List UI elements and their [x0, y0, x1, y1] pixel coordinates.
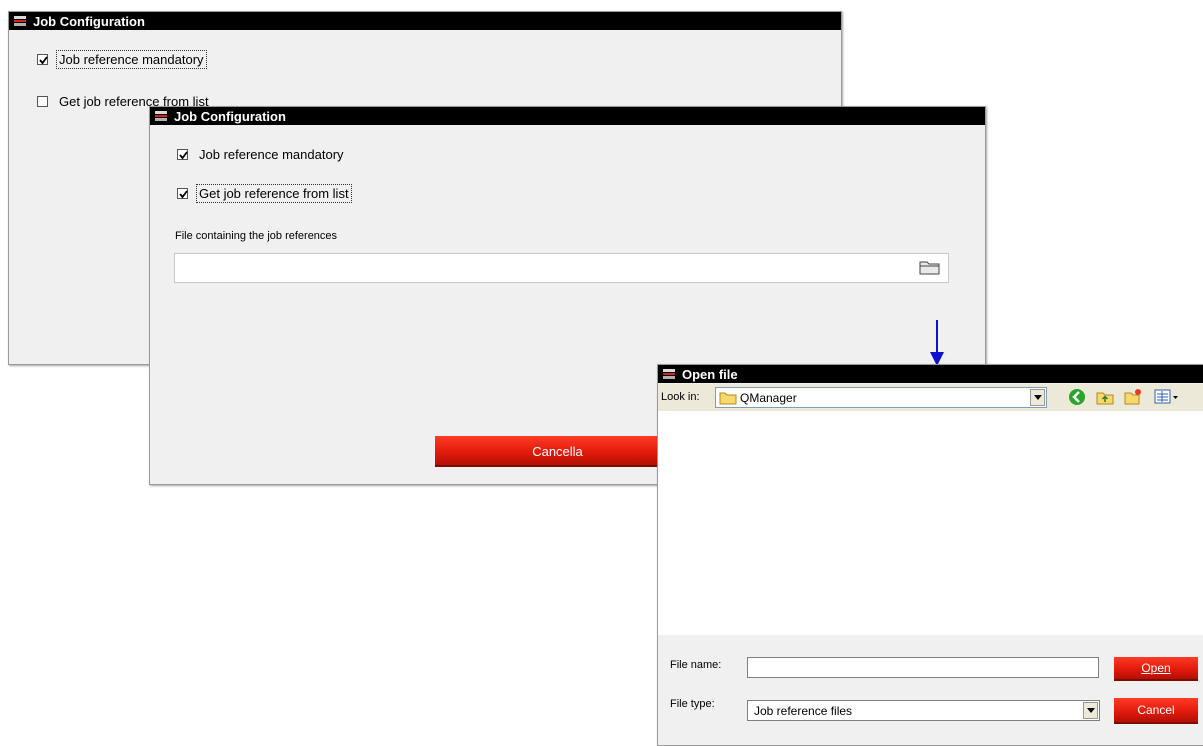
file-path-input[interactable]: [174, 253, 949, 283]
window-title: Job Configuration: [33, 13, 145, 29]
mandatory-checkbox-row[interactable]: Job reference mandatory: [177, 145, 347, 164]
dropdown-arrow-icon[interactable]: [1030, 389, 1045, 406]
window-title: Job Configuration: [174, 108, 286, 124]
folder-icon: [919, 259, 941, 278]
cancella-label: Cancella: [532, 444, 583, 459]
open-file-dialog: Open file Look in: QManager File name: O…: [657, 364, 1203, 746]
look-in-select[interactable]: QManager: [715, 387, 1047, 408]
mandatory-checkbox[interactable]: [37, 54, 48, 65]
file-type-select[interactable]: Job reference files: [747, 700, 1100, 721]
file-label: File containing the job references: [175, 230, 338, 242]
app-icon: [154, 110, 168, 122]
dropdown-arrow-icon[interactable]: [1083, 702, 1098, 719]
titlebar: Job Configuration: [150, 107, 985, 125]
window-title: Open file: [682, 366, 738, 382]
file-list[interactable]: [658, 411, 1203, 635]
view-menu-icon[interactable]: [1154, 388, 1180, 406]
titlebar: Open file: [658, 365, 1203, 383]
cancel-button[interactable]: Cancel: [1114, 698, 1198, 724]
titlebar: Job Configuration: [9, 12, 841, 30]
open-label: Open: [1141, 661, 1171, 675]
list-checkbox[interactable]: [37, 96, 48, 107]
back-icon[interactable]: [1068, 388, 1086, 406]
list-label: Get job reference from list: [196, 184, 352, 203]
file-name-input[interactable]: [747, 657, 1099, 678]
toolbar: Look in: QManager: [658, 384, 1203, 411]
look-in-value: QManager: [740, 390, 797, 405]
look-in-label: Look in:: [661, 391, 700, 403]
file-type-label: File type:: [670, 698, 715, 710]
down-arrow-icon: [929, 320, 945, 366]
app-icon: [13, 15, 27, 27]
mandatory-checkbox[interactable]: [177, 149, 188, 160]
cancel-label: Cancel: [1137, 703, 1175, 717]
list-checkbox[interactable]: [177, 188, 188, 199]
new-folder-icon[interactable]: [1124, 388, 1142, 406]
mandatory-label: Job reference mandatory: [199, 147, 344, 162]
browse-folder-button[interactable]: [915, 257, 945, 279]
mandatory-label: Job reference mandatory: [56, 50, 207, 69]
mandatory-checkbox-row[interactable]: Job reference mandatory: [37, 50, 207, 69]
app-icon: [662, 368, 676, 380]
file-type-value: Job reference files: [754, 703, 853, 718]
open-button[interactable]: Open: [1114, 657, 1198, 681]
folder-icon: [719, 391, 737, 405]
up-folder-icon[interactable]: [1096, 388, 1114, 406]
list-checkbox-row[interactable]: Get job reference from list: [177, 184, 352, 203]
cancella-button[interactable]: Cancella: [435, 436, 680, 467]
file-name-label: File name:: [670, 659, 722, 671]
